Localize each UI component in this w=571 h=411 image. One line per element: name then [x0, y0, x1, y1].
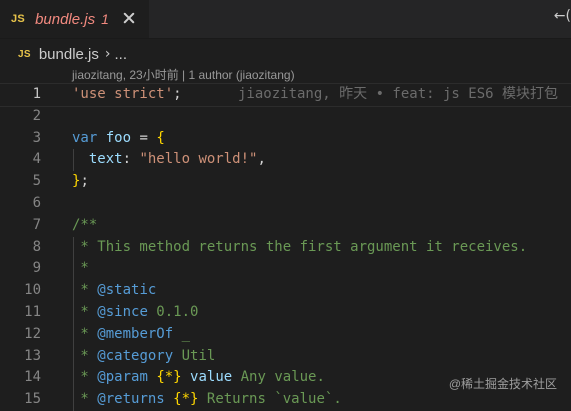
breadcrumb-symbols[interactable]: ...: [115, 46, 128, 63]
code-token: *: [72, 369, 98, 386]
code-text: 'use strict';: [72, 84, 182, 106]
code-token: var: [72, 129, 106, 146]
tab-filename: bundle.js: [35, 10, 96, 28]
code-line[interactable]: 13 * @category Util: [0, 345, 571, 368]
tab-problem-count: 1: [101, 11, 109, 27]
javascript-file-icon: JS: [11, 13, 26, 25]
watermark: @稀土掘金技术社区: [448, 377, 557, 391]
code-line[interactable]: 3 var foo = {: [0, 128, 571, 150]
code-token: ,: [257, 151, 266, 168]
tab-bar: JS bundle.js 1 ←(: [0, 0, 571, 39]
line-number: 4: [32, 151, 41, 168]
code-token: _: [173, 325, 191, 342]
code-token: * This method returns the first argument…: [72, 238, 528, 255]
code-text: * This method returns the first argument…: [72, 237, 527, 259]
code-line[interactable]: 4 text: "hello world!",: [0, 149, 571, 172]
line-number: 5: [32, 173, 41, 190]
line-number: 7: [32, 216, 41, 233]
code-text: * @memberOf _: [72, 324, 190, 346]
line-number: 9: [32, 260, 41, 277]
code-text: text: "hello world!",: [72, 149, 266, 171]
code-text: * @returns {*} Returns `value`.: [72, 389, 342, 411]
code-line[interactable]: 5};: [0, 171, 571, 193]
code-token: =: [131, 129, 157, 146]
editor-action-icon[interactable]: ←(: [554, 8, 571, 24]
code-text: * @since 0.1.0: [72, 302, 198, 324]
code-token: @memberOf: [97, 325, 174, 342]
code-token: 'use strict': [72, 86, 174, 102]
line-number: 11: [24, 303, 41, 320]
code-token: *: [72, 303, 98, 320]
code-token: Returns `value`.: [198, 391, 342, 408]
code-token: *: [72, 260, 89, 277]
code-token: :: [122, 151, 140, 168]
line-number: 12: [24, 325, 41, 342]
code-line[interactable]: 6: [0, 193, 571, 215]
code-line[interactable]: 12 * @memberOf _: [0, 323, 571, 346]
code-token: {*}: [173, 391, 199, 408]
line-number: 6: [32, 194, 41, 211]
code-token: *: [72, 282, 98, 299]
code-token: @since: [97, 303, 148, 320]
code-token: {*}: [156, 369, 182, 386]
git-blame-codelens[interactable]: jiaozitang, 23小时前 | 1 author (jiaozitang…: [72, 66, 295, 83]
code-token: text: [72, 151, 123, 168]
javascript-file-icon: JS: [18, 48, 31, 60]
code-text: * @param {*} value Any value.: [72, 367, 325, 389]
code-token: Util: [173, 347, 216, 364]
line-number: 14: [24, 369, 41, 386]
code-text: /**: [72, 215, 97, 237]
code-token: {: [156, 129, 165, 146]
code-line[interactable]: 10 * @static: [0, 280, 571, 302]
code-line[interactable]: 11 * @since 0.1.0: [0, 301, 571, 324]
code-text: var foo = {: [72, 128, 165, 150]
code-token: *: [72, 391, 98, 408]
code-line[interactable]: 7 /**: [0, 215, 571, 237]
code-token: *: [72, 325, 98, 342]
code-editor[interactable]: 1 'use strict'; jiaozitang, 昨天 • feat: js …: [0, 83, 571, 411]
line-number: 1: [32, 86, 41, 102]
inline-git-blame: jiaozitang, 昨天 • feat: js ES6 模块打包: [238, 86, 559, 102]
breadcrumb-file[interactable]: bundle.js: [39, 46, 99, 63]
code-line[interactable]: 2: [0, 106, 571, 128]
editor-tab-bundle-js[interactable]: JS bundle.js 1: [0, 0, 150, 38]
line-number: 8: [32, 238, 41, 255]
code-text: * @static: [72, 280, 156, 302]
code-token: *: [72, 347, 98, 364]
close-icon[interactable]: [121, 10, 137, 26]
code-token: Any value.: [232, 369, 325, 386]
code-text: };: [72, 171, 89, 193]
line-number: 3: [32, 129, 41, 146]
code-token: /**: [72, 216, 98, 233]
code-text: *: [72, 258, 89, 280]
line-number: 2: [32, 107, 41, 124]
breadcrumb: JS bundle.js › ...: [0, 41, 571, 67]
line-number: 10: [24, 282, 41, 299]
code-token: @category: [97, 347, 174, 364]
code-token: @returns: [97, 391, 165, 408]
code-token: foo: [105, 129, 132, 146]
code-token: ;: [80, 173, 89, 190]
line-number: 15: [24, 391, 41, 408]
line-number: 13: [24, 347, 41, 364]
code-token: value: [181, 369, 233, 386]
code-token: 0.1.0: [147, 303, 199, 320]
code-line[interactable]: 8 * This method returns the first argume…: [0, 236, 571, 259]
code-text: * @category Util: [72, 346, 215, 368]
code-line[interactable]: 1 'use strict'; jiaozitang, 昨天 • feat: js …: [0, 83, 571, 107]
code-token: "hello world!": [139, 151, 258, 168]
code-token: @param: [97, 369, 148, 386]
code-token: ;: [173, 86, 182, 102]
chevron-right-icon: ›: [104, 46, 111, 62]
code-token: @static: [97, 282, 157, 299]
code-line[interactable]: 15 * @returns {*} Returns `value`.: [0, 389, 571, 411]
code-line[interactable]: 9 *: [0, 258, 571, 281]
